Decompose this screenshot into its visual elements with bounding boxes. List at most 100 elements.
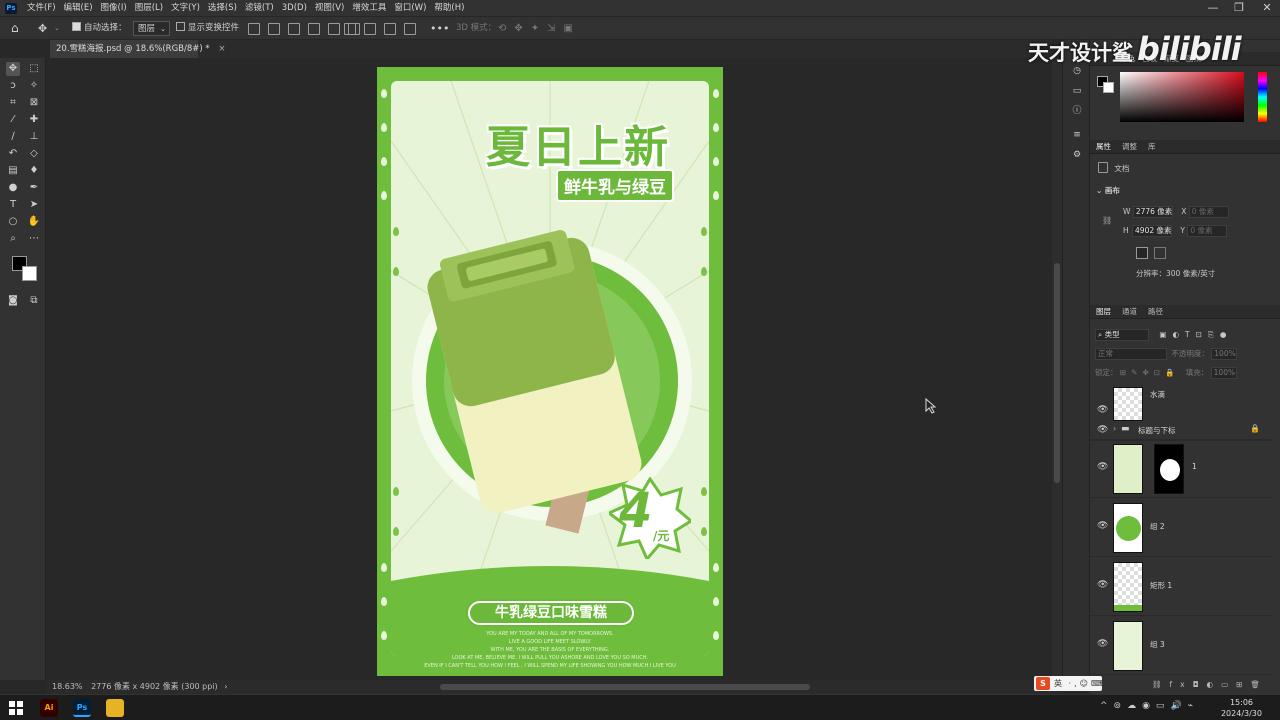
move-tool-icon[interactable]: ✥ [6, 62, 20, 76]
move-tool-icon[interactable]: ✥ [38, 21, 47, 36]
color-picker-field[interactable] [1120, 72, 1244, 122]
canvas-section-header[interactable]: ⌄ 画布 [1096, 185, 1120, 196]
ime-toolbar[interactable]: S 英 ·,☺⌨▦ [1034, 676, 1113, 691]
hand-tool-icon[interactable]: ✋ [27, 215, 41, 229]
blur-tool-icon[interactable]: ♦ [27, 164, 41, 178]
menu-3d[interactable]: 3D(D) [278, 0, 311, 16]
minimize-button[interactable]: — [1200, 0, 1226, 16]
menu-image[interactable]: 图像(I) [97, 0, 131, 16]
photoshop-app-icon[interactable]: Ps [73, 699, 91, 717]
background-color-swatch[interactable] [22, 266, 37, 281]
3d-tools-icons[interactable]: ⟲✥✦⇲▣ [498, 21, 581, 36]
visibility-eye-icon[interactable]: 👁 [1097, 639, 1108, 649]
visibility-eye-icon[interactable]: 👁 [1097, 405, 1108, 415]
distribute-top-icon[interactable] [344, 23, 356, 35]
menu-view[interactable]: 视图(V) [311, 0, 348, 16]
visibility-eye-icon[interactable]: 👁 [1097, 521, 1108, 531]
distribute-left-icon[interactable] [404, 23, 416, 35]
layer-row[interactable]: 👁 矩形 1 [1090, 558, 1272, 616]
menu-file[interactable]: 文件(F) [23, 0, 60, 16]
menu-plugins[interactable]: 增效工具 [348, 0, 390, 16]
distribute-vcenter-icon[interactable] [364, 23, 376, 35]
healing-brush-tool-icon[interactable]: ✚ [27, 113, 41, 127]
pen-tool-icon[interactable]: ✒ [27, 181, 41, 195]
visibility-eye-icon[interactable]: 👁 [1097, 462, 1108, 472]
zoom-tool-icon[interactable]: ⌕ [6, 232, 20, 246]
shape-tool-icon[interactable]: ○ [6, 215, 20, 229]
horizontal-scrollbar-thumb[interactable] [440, 684, 810, 690]
lock-icons[interactable]: ⊞✎✥⊡🔒 [1120, 368, 1179, 377]
visibility-eye-icon[interactable]: 👁 [1097, 580, 1108, 590]
opacity-field[interactable]: 100% [1211, 348, 1238, 360]
auto-select-target-select[interactable]: 图层 ⌄ [133, 21, 171, 36]
portrait-orientation-icon[interactable] [1136, 247, 1148, 259]
chevron-right-icon[interactable]: › [1113, 424, 1116, 433]
vertical-scrollbar-thumb[interactable] [1054, 263, 1060, 483]
align-right-icon[interactable] [288, 23, 300, 35]
windows-start-icon[interactable] [8, 700, 24, 716]
magic-wand-tool-icon[interactable]: ✧ [27, 79, 41, 93]
blend-mode-select[interactable]: 正常 [1095, 348, 1167, 360]
layer-row[interactable]: 👁 1 [1090, 440, 1272, 498]
distribute-bottom-icon[interactable] [384, 23, 396, 35]
gradient-tool-icon[interactable]: ▤ [6, 164, 20, 178]
tab-libraries[interactable]: 库 [1148, 140, 1156, 154]
landscape-orientation-icon[interactable] [1154, 247, 1166, 259]
stamp-tool-icon[interactable]: ⊥ [27, 130, 41, 144]
brush-tool-icon[interactable]: ∕ [6, 130, 20, 144]
close-tab-icon[interactable]: × [218, 44, 225, 54]
menu-select[interactable]: 选择(S) [204, 0, 241, 16]
layer-row[interactable]: 👁 组 3 [1090, 617, 1272, 675]
ime-tool-icons[interactable]: ·,☺⌨▦ [1069, 679, 1117, 688]
more-tools-icon[interactable]: ⋯ [27, 232, 41, 246]
close-button[interactable]: ✕ [1254, 0, 1280, 16]
menu-window[interactable]: 窗口(W) [390, 0, 430, 16]
illustrator-app-icon[interactable]: Ai [40, 699, 58, 717]
menu-filter[interactable]: 滤镜(T) [241, 0, 278, 16]
poster-canvas[interactable]: 夏日上新 鲜牛乳与绿豆 4 /元 牛乳绿豆口味雪糕 YOU ARE MY TOD… [377, 67, 723, 676]
adjustments-panel-icon[interactable]: ⚙ [1070, 148, 1084, 162]
document-tab[interactable]: 20.雪糕海报.psd @ 18.6%(RGB/8#) * × [50, 40, 225, 58]
layer-group-row[interactable]: 👁 › ▬ 标题与下标 🔒 [1090, 420, 1272, 440]
layer-filter-select[interactable]: ⌕ 类型 [1095, 329, 1149, 341]
eraser-tool-icon[interactable]: ◇ [27, 147, 41, 161]
brush-settings-icon[interactable]: ≡ [1070, 128, 1084, 142]
chevron-right-icon[interactable]: › [224, 682, 227, 691]
y-field[interactable]: 0 像素 [1187, 225, 1228, 237]
menu-edit[interactable]: 编辑(E) [60, 0, 97, 16]
menu-type[interactable]: 文字(Y) [167, 0, 204, 16]
tray-clock[interactable]: 15:06 2024/3/30 [1221, 697, 1262, 719]
system-tray-icons[interactable]: ^⊚☁◉▭🔊⌁ [1100, 701, 1199, 711]
menu-help[interactable]: 帮助(H) [430, 0, 468, 16]
align-middle-icon[interactable] [328, 23, 340, 35]
tab-properties[interactable]: 属性 [1096, 140, 1111, 154]
path-select-tool-icon[interactable]: ➤ [27, 198, 41, 212]
zoom-level[interactable]: 18.63% [52, 682, 83, 691]
link-icon[interactable]: ⛓ [1102, 216, 1112, 225]
type-tool-icon[interactable]: T [6, 198, 20, 212]
comments-panel-icon[interactable]: ▭ [1070, 84, 1084, 98]
ime-mode[interactable]: 英 [1054, 679, 1062, 688]
hue-slider[interactable] [1258, 72, 1267, 122]
align-left-icon[interactable] [248, 23, 260, 35]
tab-adjustments[interactable]: 调整 [1122, 140, 1137, 154]
lasso-tool-icon[interactable]: ↄ [6, 79, 20, 93]
history-brush-tool-icon[interactable]: ↶ [6, 147, 20, 161]
layer-actions-bar[interactable]: ⛓fx◘◐▭⊞🗑 [1152, 680, 1268, 689]
align-top-icon[interactable] [308, 23, 320, 35]
align-center-icon[interactable] [268, 23, 280, 35]
screen-mode-icon[interactable]: ⧉ [27, 294, 41, 308]
marquee-tool-icon[interactable]: ⬚ [27, 62, 41, 76]
auto-select-checkbox[interactable]: 自动选择： [72, 21, 127, 36]
x-field[interactable]: 0 像素 [1188, 206, 1229, 218]
tab-channels[interactable]: 通道 [1122, 305, 1137, 319]
dodge-tool-icon[interactable]: ● [6, 181, 20, 195]
eyedropper-tool-icon[interactable]: ⁄ [6, 113, 20, 127]
height-field[interactable]: 4902 像素 [1132, 225, 1173, 237]
vertical-scrollbar[interactable] [1052, 58, 1062, 680]
menu-layer[interactable]: 图层(L) [131, 0, 167, 16]
layer-row[interactable]: 👁 组 2 [1090, 499, 1272, 557]
bg-color-chip[interactable] [1103, 82, 1114, 93]
file-explorer-icon[interactable] [106, 699, 124, 717]
maximize-button[interactable]: ❐ [1226, 0, 1252, 16]
